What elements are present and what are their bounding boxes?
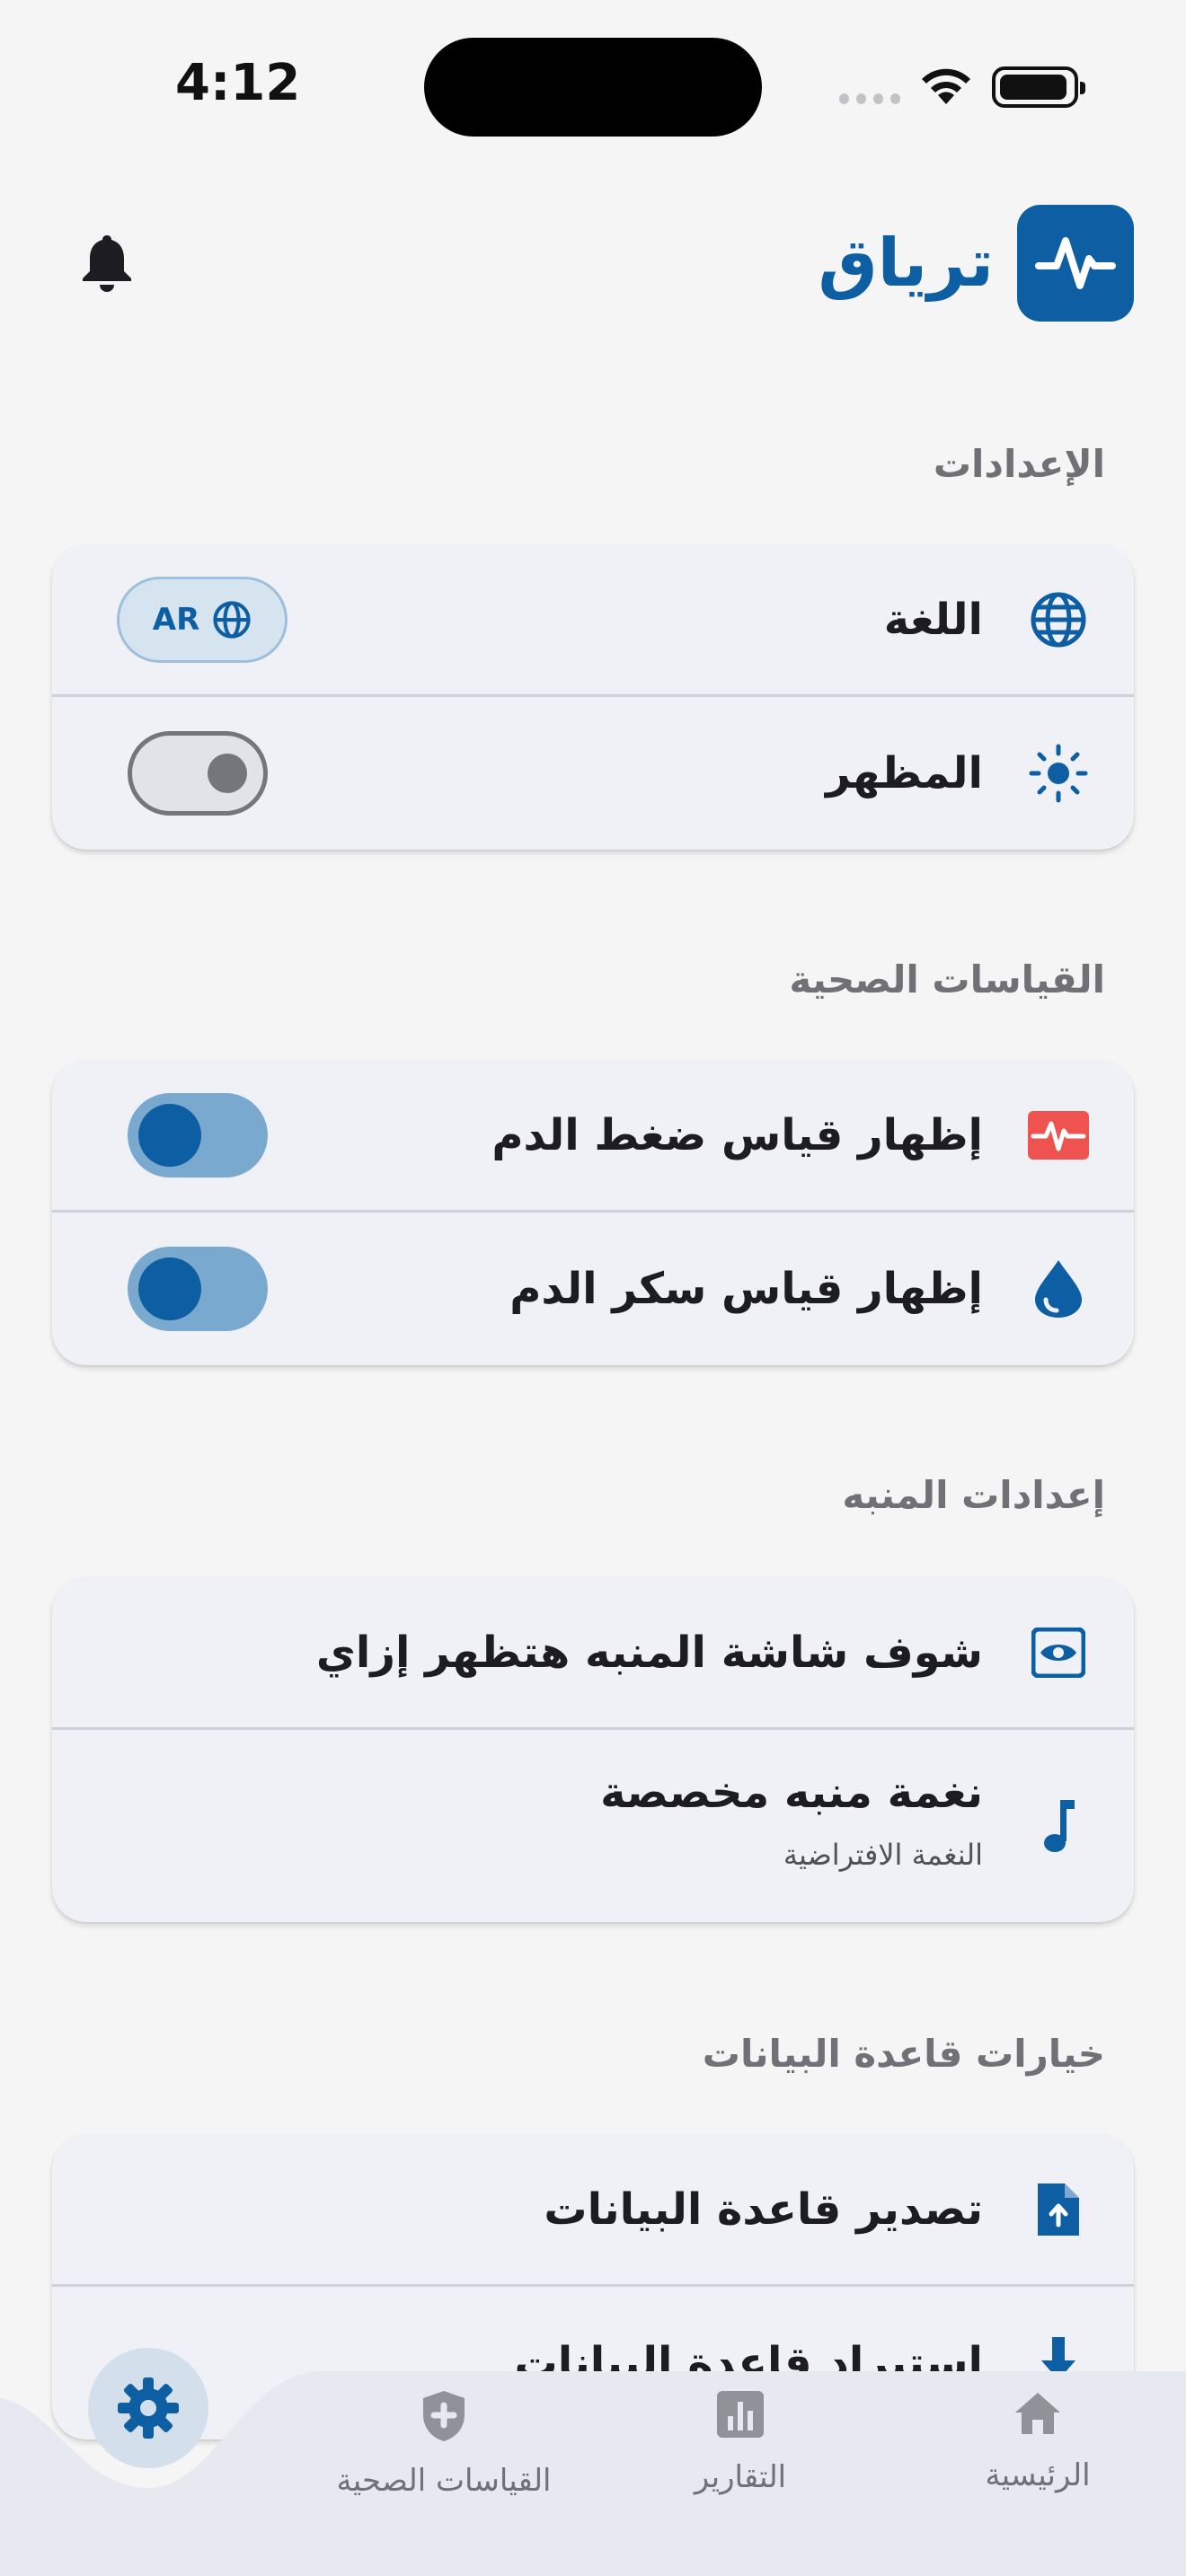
nav-home-label: الرئيسية (985, 2457, 1091, 2493)
pulse-icon (1035, 237, 1116, 289)
app-logo (1017, 205, 1134, 322)
file-upload-icon (1028, 2179, 1089, 2240)
export-db-label: تصدير قاعدة البيانات (544, 2183, 983, 2235)
eye-icon (1028, 1622, 1089, 1683)
alarm-preview-label: شوف شاشة المنبه هتظهر إزاي (315, 1627, 983, 1678)
health-card: إظهار قياس ضغط الدم إظهار قياس سكر الدم (52, 1060, 1134, 1365)
nav-home[interactable]: الرئيسية (930, 2389, 1146, 2493)
settings-card: اللغة AR المظهر (52, 544, 1134, 850)
bell-icon[interactable] (79, 232, 135, 293)
globe-small-icon (213, 600, 251, 639)
alarm-tone-value: النغمة الافتراضية (783, 1838, 983, 1872)
gear-icon (118, 2378, 179, 2439)
sun-icon (1028, 743, 1089, 804)
blood-pressure-icon (1028, 1105, 1089, 1166)
status-time: 4:12 (175, 54, 301, 112)
settings-fab[interactable] (88, 2348, 208, 2468)
section-title-database: خيارات قاعدة البيانات (702, 2032, 1105, 2076)
appearance-row[interactable]: المظهر (52, 697, 1134, 850)
wifi-icon (922, 68, 970, 104)
language-selector[interactable]: AR (117, 576, 288, 663)
music-note-icon (1028, 1795, 1089, 1857)
bp-label: إظهار قياس ضغط الدم (491, 1109, 983, 1160)
app-title: ترياق (818, 225, 994, 302)
drop-icon (1028, 1258, 1089, 1319)
nav-health-label: القياسات الصحية (336, 2463, 552, 2499)
language-code: AR (152, 601, 200, 638)
shield-plus-icon (423, 2391, 465, 2441)
alarm-preview-row[interactable]: شوف شاشة المنبه هتظهر إزاي (52, 1577, 1134, 1730)
section-title-health: القياسات الصحية (789, 957, 1105, 1001)
bar-chart-icon (717, 2391, 764, 2438)
sugar-label: إظهار قياس سكر الدم (509, 1264, 983, 1314)
language-row[interactable]: اللغة AR (52, 544, 1134, 697)
export-db-row[interactable]: تصدير قاعدة البيانات (52, 2134, 1134, 2287)
cellular-signal-icon (839, 93, 900, 106)
home-icon (1015, 2393, 1060, 2434)
section-title-alarm: إعدادات المنبه (842, 1473, 1105, 1517)
appearance-label: المظهر (826, 748, 983, 798)
bp-row[interactable]: إظهار قياس ضغط الدم (52, 1060, 1134, 1213)
sugar-row[interactable]: إظهار قياس سكر الدم (52, 1213, 1134, 1365)
alarm-card: شوف شاشة المنبه هتظهر إزاي نغمة منبه مخص… (52, 1577, 1134, 1922)
alarm-tone-row[interactable]: نغمة منبه مخصصة النغمة الافتراضية (52, 1730, 1134, 1922)
battery-icon (992, 66, 1085, 108)
alarm-tone-label: نغمة منبه مخصصة (600, 1768, 983, 1818)
nav-reports[interactable]: التقارير (633, 2389, 848, 2495)
nav-health[interactable]: القياسات الصحية (336, 2389, 552, 2499)
appearance-toggle[interactable] (128, 731, 268, 816)
nav-reports-label: التقارير (694, 2459, 787, 2495)
globe-icon (1028, 589, 1089, 650)
language-label: اللغة (883, 594, 983, 645)
bp-toggle[interactable] (128, 1092, 268, 1178)
dynamic-island (424, 38, 762, 137)
status-bar: 4:12 (0, 0, 1186, 180)
sugar-toggle[interactable] (128, 1247, 268, 1331)
section-title-settings: الإعدادات (933, 442, 1105, 486)
